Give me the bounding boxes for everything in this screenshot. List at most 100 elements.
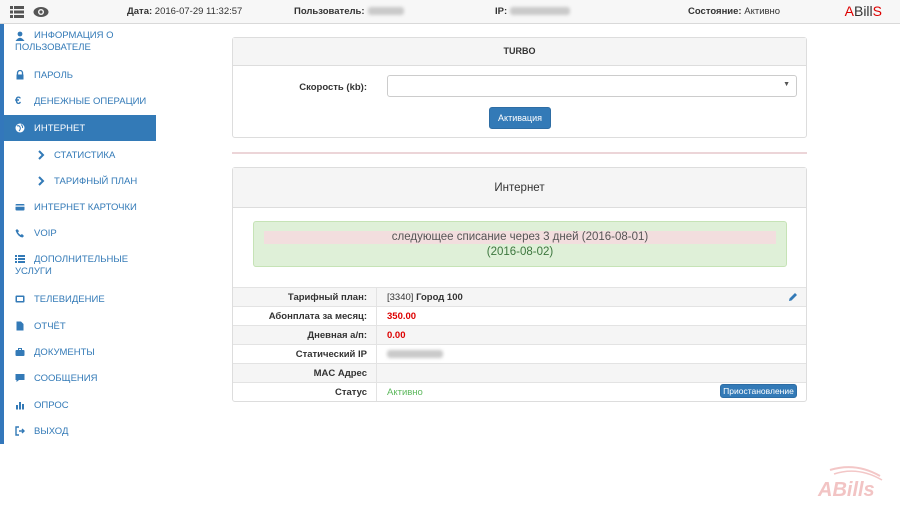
globe-icon (15, 123, 25, 133)
billing-alert-line2: (2016-08-02) (486, 246, 554, 258)
table-row-daily-fee: Дневная а/п: 0.00 (233, 325, 806, 344)
sidebar-item-documents[interactable]: Документы (4, 347, 156, 359)
static-ip-redacted (387, 350, 443, 359)
brand-logo: ABillS (845, 3, 882, 19)
file-icon (16, 321, 24, 331)
sidebar-item-poll[interactable]: Опрос (4, 400, 156, 412)
user-label: Пользователь: (294, 6, 365, 17)
state-value: Активно (744, 6, 781, 17)
logout-icon (15, 426, 25, 436)
tariff-id: [3340] (387, 292, 414, 303)
eye-icon[interactable] (33, 6, 49, 18)
abills-watermark-logo: ABills (817, 466, 883, 500)
activate-button[interactable]: Активация (489, 107, 551, 129)
sidebar-item-label: Опрос (34, 400, 69, 411)
sidebar: Информация о пользователе Пароль € Денеж… (0, 24, 156, 444)
sidebar-item-label: Информация о пользователе (15, 30, 114, 53)
user-info: Пользователь: (294, 6, 404, 17)
bar-chart-icon (16, 402, 24, 410)
row-value: Активно (387, 387, 423, 398)
sidebar-item-money[interactable]: € Денежные операции (4, 96, 156, 108)
sidebar-item-label: Интернет карточки (34, 202, 137, 213)
comment-icon (15, 374, 25, 382)
sidebar-item-messages[interactable]: Сообщения (4, 373, 156, 385)
sidebar-item-label: Документы (34, 347, 95, 358)
sidebar-item-internet-cards[interactable]: Интернет карточки (4, 202, 156, 214)
tv-icon (15, 295, 25, 303)
row-value (387, 349, 443, 360)
row-key: Дневная а/п: (307, 330, 367, 341)
sidebar-item-extra-services[interactable]: Дополнительные услуги (4, 254, 156, 280)
row-separator (376, 345, 377, 363)
row-separator (376, 364, 377, 382)
turbo-panel: TURBO Скорость (kb): ▼ Активация (232, 37, 807, 138)
row-separator (376, 307, 377, 325)
suspend-button[interactable]: Приостановление (720, 384, 797, 398)
row-value: 0.00 (387, 330, 406, 341)
state-info: Состояние: Активно (688, 6, 780, 17)
brand-a: A (844, 3, 854, 19)
billing-alert: следующее списание через 3 дней (2016-08… (253, 221, 787, 267)
sidebar-item-user-info[interactable]: Информация о пользователе (4, 30, 156, 56)
sidebar-item-label: Дополнительные услуги (15, 254, 129, 277)
row-separator (376, 288, 377, 306)
sidebar-item-label: Статистика (54, 150, 116, 161)
card-icon (15, 204, 25, 211)
phone-icon (15, 229, 24, 238)
sidebar-item-logout[interactable]: Выход (4, 426, 156, 438)
speed-label: Скорость (kb): (299, 82, 367, 93)
row-key: MAC Адрес (313, 368, 367, 379)
sidebar-item-label: Пароль (34, 70, 74, 81)
lock-icon (16, 70, 24, 80)
row-value: [3340] Город 100 (387, 292, 463, 303)
sidebar-subitem-tariff[interactable]: Тарифный план (4, 176, 156, 188)
row-key: Тарифный план: (287, 292, 367, 303)
chevron-right-icon (38, 176, 45, 186)
state-label: Состояние: (688, 6, 742, 17)
ip-info: IP: (495, 6, 571, 17)
ip-label: IP: (495, 6, 508, 17)
pencil-icon[interactable] (788, 292, 798, 302)
table-row-tariff: Тарифный план: [3340] Город 100 (233, 287, 806, 306)
brand-bill: Bill (853, 3, 873, 19)
date-label: Дата: (127, 6, 153, 17)
table-row-monthly-fee: Абонплата за месяц: 350.00 (233, 306, 806, 325)
sidebar-item-voip[interactable]: VOIP (4, 228, 156, 240)
row-separator (376, 326, 377, 344)
sidebar-item-label: Отчёт (34, 321, 66, 332)
caret-down-icon: ▼ (783, 81, 790, 88)
table-row-status: Статус Активно Приостановление (233, 382, 806, 401)
row-value: 350.00 (387, 311, 417, 322)
menu-grid-icon[interactable] (10, 6, 24, 18)
date-info: Дата: 2016-07-29 11:32:57 (127, 6, 242, 17)
sidebar-item-password[interactable]: Пароль (4, 70, 156, 82)
row-separator (376, 383, 377, 401)
turbo-title: TURBO (233, 38, 806, 66)
briefcase-icon (15, 348, 25, 356)
row-key: Абонплата за месяц: (268, 311, 367, 322)
divider (232, 152, 807, 154)
svg-text:ABills: ABills (817, 479, 875, 500)
sidebar-item-label: Тарифный план (54, 176, 138, 187)
row-key: Статус (334, 387, 367, 398)
table-row-static-ip: Статический IP (233, 344, 806, 363)
table-row-mac: MAC Адрес (233, 363, 806, 382)
tariff-name: Город 100 (416, 292, 463, 303)
sidebar-item-label: Денежные операции (34, 96, 147, 107)
top-bar: Дата: 2016-07-29 11:32:57 Пользователь: … (0, 0, 900, 24)
sidebar-item-label: VOIP (34, 228, 57, 239)
date-value: 2016-07-29 11:32:57 (154, 6, 243, 17)
sidebar-subitem-statistics[interactable]: Статистика (4, 150, 156, 162)
sidebar-item-internet[interactable]: Интернет (4, 115, 156, 141)
sidebar-item-tv[interactable]: Телевидение (4, 294, 156, 306)
sidebar-item-label: Сообщения (34, 373, 98, 384)
internet-title: Интернет (233, 168, 806, 208)
ip-value-redacted (510, 7, 571, 16)
brand-s: S (872, 3, 882, 19)
sidebar-item-label: Телевидение (34, 294, 105, 305)
speed-select[interactable]: ▼ (387, 75, 797, 97)
sidebar-item-report[interactable]: Отчёт (4, 321, 156, 333)
sidebar-item-label: Интернет (34, 123, 86, 134)
row-key: Статический IP (295, 349, 367, 360)
chevron-right-icon (38, 150, 45, 160)
